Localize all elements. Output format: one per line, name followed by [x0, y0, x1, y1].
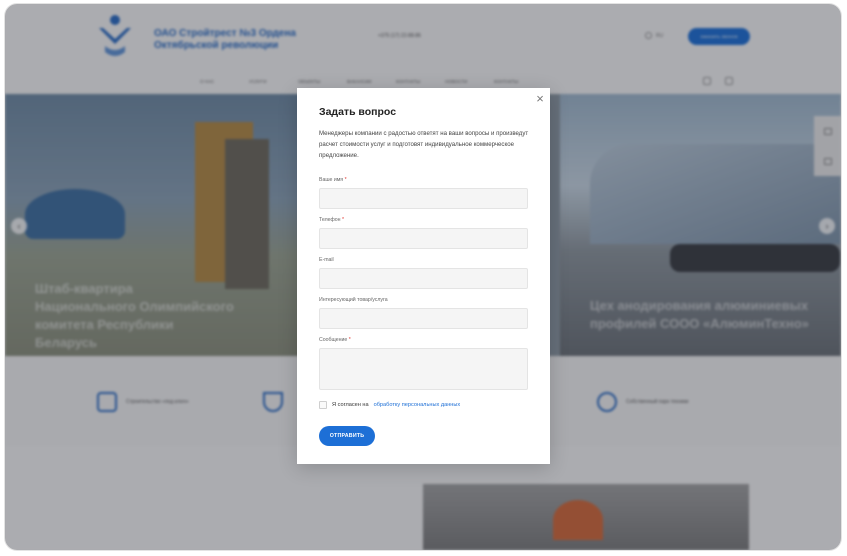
name-label: Ваше имя *: [319, 177, 347, 183]
ask-question-modal: × Задать вопрос Менеджеры компании с рад…: [297, 88, 550, 464]
consent-link[interactable]: обработку персональных данных: [374, 402, 461, 408]
required-mark: *: [344, 177, 347, 183]
phone-field[interactable]: [319, 228, 528, 249]
email-label: E-mail: [319, 257, 334, 263]
required-mark: *: [348, 337, 351, 343]
message-field[interactable]: [319, 348, 528, 390]
modal-title: Задать вопрос: [319, 106, 397, 118]
product-label: Интересующий товар/услуга: [319, 297, 388, 303]
product-field[interactable]: [319, 308, 528, 329]
consent-row: Я согласен на обработку персональных дан…: [319, 401, 460, 409]
field-label-text: E-mail: [319, 257, 334, 263]
email-field[interactable]: [319, 268, 528, 289]
modal-description: Менеджеры компании с радостью ответят на…: [319, 130, 529, 159]
required-mark: *: [341, 217, 345, 223]
message-label: Сообщение *: [319, 337, 351, 343]
field-label-text: Сообщение: [319, 337, 348, 343]
field-label-text: Ваше имя: [319, 177, 344, 183]
phone-label: Телефон *: [319, 217, 344, 223]
consent-text: Я согласен на: [332, 402, 369, 408]
name-field[interactable]: [319, 188, 528, 209]
close-icon[interactable]: ×: [534, 92, 546, 105]
consent-checkbox[interactable]: [319, 401, 327, 409]
field-label-text: Телефон: [319, 217, 341, 223]
browser-frame: ОАО Стройтрест №3 Ордена Октябрьской рев…: [5, 4, 841, 550]
submit-button[interactable]: ОТПРАВИТЬ: [319, 426, 375, 446]
field-label-text: Интересующий товар/услуга: [319, 297, 388, 303]
